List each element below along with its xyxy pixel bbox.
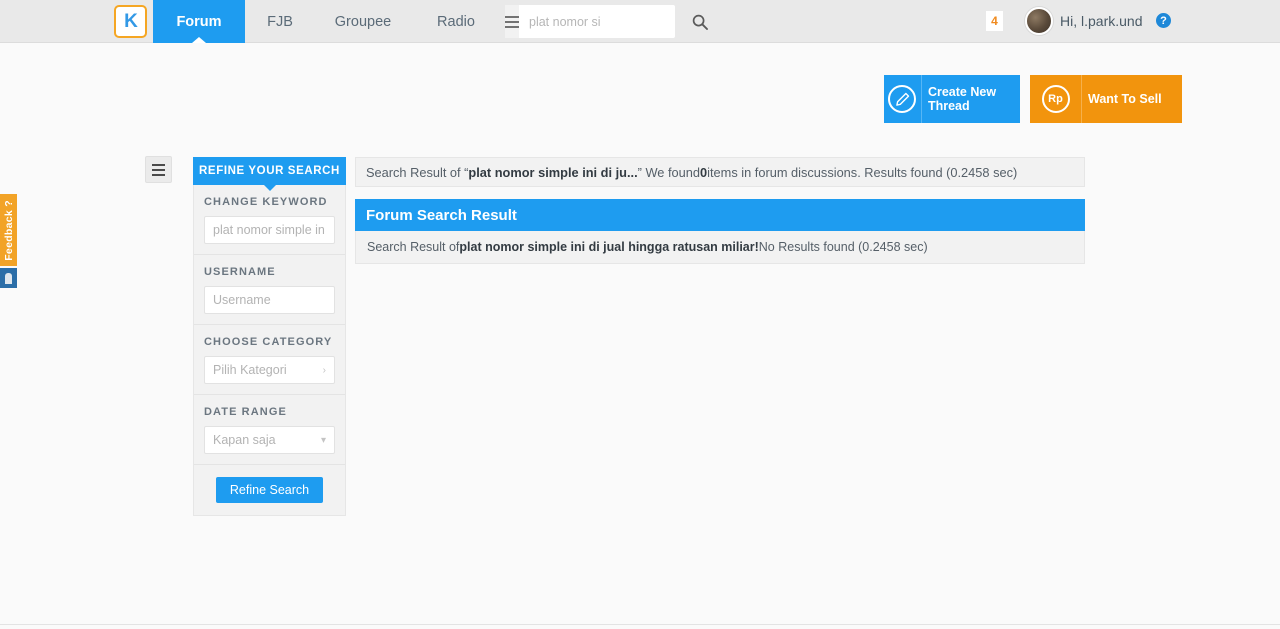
search-summary-bar: Search Result of “plat nomor simple ini …: [355, 157, 1085, 187]
action-buttons: Create New Thread Rp Want To Sell: [884, 75, 1182, 123]
nav-tab-groupee-label: Groupee: [334, 13, 392, 30]
refine-search-button[interactable]: Refine Search: [215, 477, 324, 503]
help-icon-glyph: ?: [1160, 14, 1167, 27]
nav-tab-radio-label: Radio: [437, 13, 475, 30]
field-group-choose-category: CHOOSE CATEGORY Pilih Kategori ›: [194, 325, 345, 395]
forum-search-result-body: Search Result of plat nomor simple ini d…: [355, 231, 1085, 264]
create-new-thread-button[interactable]: Create New Thread: [884, 75, 1020, 123]
notification-count: 4: [991, 14, 998, 28]
chevron-down-icon: ▾: [320, 434, 326, 446]
username-label: USERNAME: [204, 266, 276, 278]
hamburger-icon[interactable]: [505, 5, 519, 38]
refine-search-body: CHANGE KEYWORD USERNAME CHOOSE CATEGORY …: [193, 185, 346, 516]
nav-tab-forum-label: Forum: [176, 13, 222, 30]
refine-search-header: REFINE YOUR SEARCH: [193, 157, 346, 191]
refine-search-title: REFINE YOUR SEARCH: [199, 165, 340, 177]
chevron-right-icon: ›: [322, 364, 326, 376]
field-group-username: USERNAME: [194, 255, 345, 325]
nav-tab-fjb[interactable]: FJB: [245, 0, 315, 43]
want-to-sell-label: Want To Sell: [1088, 92, 1162, 106]
date-range-label: DATE RANGE: [204, 406, 287, 418]
search-input[interactable]: [519, 6, 692, 37]
want-to-sell-button[interactable]: Rp Want To Sell: [1030, 75, 1182, 123]
notification-badge[interactable]: 4: [986, 11, 1003, 31]
avatar[interactable]: [1025, 7, 1053, 35]
result-query: plat nomor simple ini di jual hingga rat…: [459, 240, 759, 254]
date-range-select[interactable]: Kapan saja ▾: [204, 426, 335, 454]
logo-k-glyph: K: [124, 10, 138, 32]
summary-middle: ” We found: [637, 164, 701, 180]
search-icon[interactable]: [692, 5, 708, 38]
choose-category-label: CHOOSE CATEGORY: [204, 336, 333, 348]
summary-count: 0: [700, 164, 708, 180]
create-new-thread-label: Create New Thread: [927, 85, 997, 113]
nav-tab-radio[interactable]: Radio: [411, 0, 501, 43]
forum-search-result-header: Forum Search Result: [355, 199, 1085, 231]
rupiah-icon: Rp: [1030, 75, 1082, 123]
field-group-date-range: DATE RANGE Kapan saja ▾: [194, 395, 345, 465]
person-icon[interactable]: [0, 268, 17, 288]
kaskus-logo[interactable]: K: [114, 5, 147, 38]
choose-category-select[interactable]: Pilih Kategori ›: [204, 356, 335, 384]
refine-search-sidebar: REFINE YOUR SEARCH CHANGE KEYWORD USERNA…: [193, 157, 346, 516]
user-greeting[interactable]: Hi, l.park.und: [1060, 13, 1142, 29]
summary-prefix: Search Result of “: [366, 164, 469, 180]
summary-suffix: items in forum discussions. Results foun…: [707, 164, 1018, 180]
refine-search-button-wrap: Refine Search: [194, 465, 345, 503]
site-header: K Forum FJB Groupee Radio 4 Hi, l.park.u…: [0, 0, 1280, 43]
feedback-tab[interactable]: Feedback ?: [0, 194, 17, 266]
bottom-divider: [0, 624, 1280, 625]
forum-search-result-title: Forum Search Result: [366, 206, 517, 224]
date-range-value: Kapan saja: [213, 433, 276, 447]
help-icon[interactable]: ?: [1156, 13, 1171, 28]
feedback-tab-label: Feedback ?: [2, 199, 15, 261]
pencil-icon: [884, 75, 922, 123]
result-prefix: Search Result of: [367, 240, 460, 254]
nav-tab-forum[interactable]: Forum: [153, 0, 245, 43]
sidebar-toggle-button[interactable]: [145, 156, 172, 183]
rupiah-icon-text: Rp: [1041, 85, 1070, 113]
field-group-change-keyword: CHANGE KEYWORD: [194, 185, 345, 255]
nav-tab-groupee[interactable]: Groupee: [315, 0, 411, 43]
header-search: [505, 5, 708, 38]
result-suffix: No Results found (0.2458 sec): [758, 240, 928, 254]
username-input[interactable]: [204, 286, 335, 314]
change-keyword-label: CHANGE KEYWORD: [204, 196, 328, 208]
choose-category-value: Pilih Kategori: [213, 363, 287, 377]
summary-query: plat nomor simple ini di ju...: [468, 164, 638, 180]
forum-search-result-panel: Forum Search Result Search Result of pla…: [355, 199, 1085, 264]
change-keyword-input[interactable]: [204, 216, 335, 244]
nav-tab-fjb-label: FJB: [267, 13, 293, 30]
